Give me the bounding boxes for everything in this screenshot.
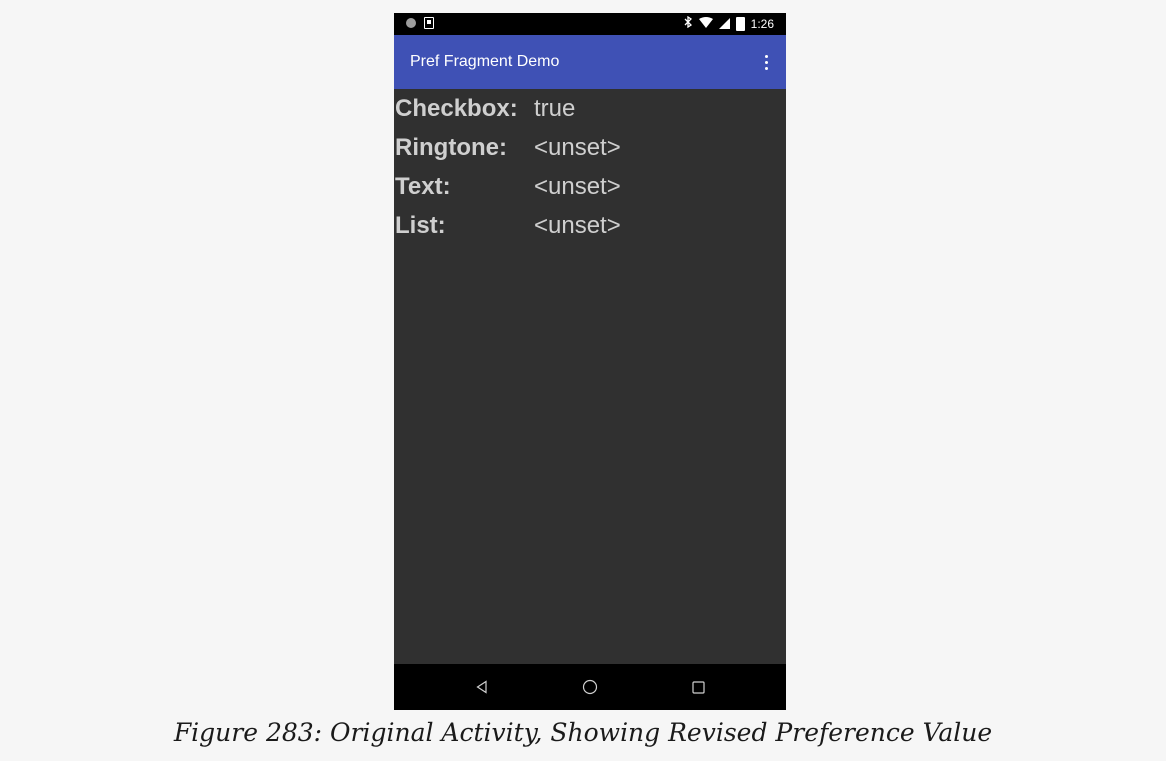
app-bar: Pref Fragment Demo	[394, 35, 786, 89]
pref-value-list: <unset>	[534, 212, 621, 239]
status-bar: 1:26	[394, 13, 786, 35]
pref-row-checkbox: Checkbox: true	[395, 90, 785, 128]
wifi-icon	[698, 16, 713, 32]
navigation-bar	[394, 664, 786, 710]
pref-row-list: List: <unset>	[395, 207, 785, 245]
pref-label-text: Text:	[395, 173, 451, 200]
bluetooth-icon	[684, 15, 693, 32]
pref-row-text: Text: <unset>	[395, 168, 785, 206]
home-icon	[582, 679, 598, 695]
phone-screen: 1:26 Pref Fragment Demo Checkbox: true R…	[394, 13, 786, 710]
pref-row-ringtone: Ringtone: <unset>	[395, 129, 785, 167]
pref-label-checkbox: Checkbox:	[395, 95, 518, 122]
pref-label-list: List:	[395, 212, 446, 239]
battery-charging-icon	[735, 17, 745, 31]
recents-button[interactable]	[668, 664, 728, 710]
sim-download-icon	[424, 17, 434, 29]
back-button[interactable]	[452, 664, 512, 710]
pref-label-ringtone: Ringtone:	[395, 134, 507, 161]
cell-signal-icon	[718, 17, 730, 32]
back-icon	[475, 680, 489, 694]
notification-dot-icon	[406, 18, 416, 28]
pref-value-ringtone: <unset>	[534, 134, 621, 161]
more-vert-icon[interactable]	[754, 48, 778, 76]
figure-caption: Figure 283: Original Activity, Showing R…	[173, 718, 993, 747]
status-time: 1:26	[750, 17, 774, 31]
app-title: Pref Fragment Demo	[410, 53, 560, 70]
preferences-display: Checkbox: true Ringtone: <unset> Text: <…	[394, 89, 786, 664]
recents-icon	[691, 680, 705, 694]
home-button[interactable]	[560, 664, 620, 710]
pref-value-text: <unset>	[534, 173, 621, 200]
pref-value-checkbox: true	[534, 95, 576, 122]
status-left	[406, 17, 434, 29]
status-right: 1:26	[684, 15, 774, 32]
